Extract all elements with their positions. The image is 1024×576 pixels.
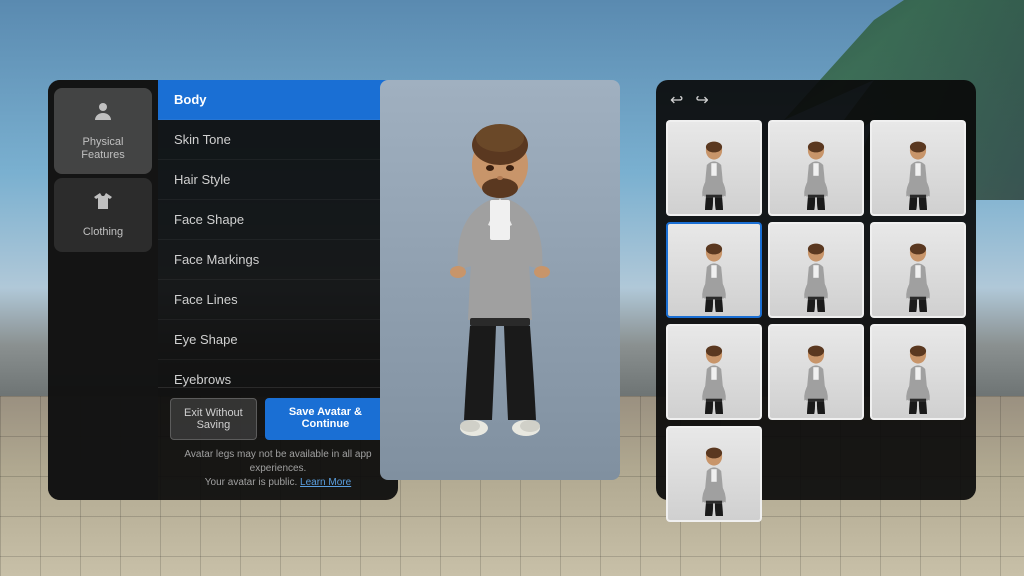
menu-item-face-lines[interactable]: Face Lines bbox=[158, 280, 398, 320]
menu-item-face-markings[interactable]: Face Markings bbox=[158, 240, 398, 280]
menu-item-skin-tone[interactable]: Skin Tone bbox=[158, 120, 398, 160]
avatar-svg bbox=[420, 110, 580, 450]
clothing-icon bbox=[91, 190, 115, 220]
menu-item-eye-shape[interactable]: Eye Shape bbox=[158, 320, 398, 360]
avatar-thumb-7[interactable] bbox=[768, 324, 864, 420]
undo-button[interactable]: ↩ bbox=[670, 90, 683, 110]
sidebar-item-clothing[interactable]: Clothing bbox=[54, 178, 152, 251]
save-button[interactable]: Save Avatar & Continue bbox=[265, 398, 386, 440]
sidebar-physical-label: Physical Features bbox=[62, 136, 144, 162]
menu-items-list: Body Skin Tone Hair Style Face Shape Fac… bbox=[158, 80, 398, 387]
right-panel: ↩ ↪ bbox=[656, 80, 976, 500]
menu-item-hair-style[interactable]: Hair Style bbox=[158, 160, 398, 200]
menu-item-eyebrows[interactable]: Eyebrows bbox=[158, 360, 398, 387]
avatar-thumb-3[interactable] bbox=[666, 222, 762, 318]
avatar-grid bbox=[666, 120, 966, 522]
avatar-container bbox=[410, 100, 590, 460]
exit-button[interactable]: Exit Without Saving bbox=[170, 398, 257, 440]
right-panel-toolbar: ↩ ↪ bbox=[666, 90, 966, 110]
avatar-preview-panel bbox=[380, 80, 620, 480]
avatar-thumb-0[interactable] bbox=[666, 120, 762, 216]
sidebar: Physical Features Clothing bbox=[48, 80, 158, 500]
left-panel: Physical Features Clothing Body Skin Ton… bbox=[48, 80, 398, 500]
avatar-thumb-8[interactable] bbox=[870, 324, 966, 420]
main-menu: Body Skin Tone Hair Style Face Shape Fac… bbox=[158, 80, 398, 500]
physical-features-icon bbox=[91, 100, 115, 130]
avatar-thumb-5[interactable] bbox=[870, 222, 966, 318]
button-row: Exit Without Saving Save Avatar & Contin… bbox=[170, 398, 386, 440]
sidebar-item-physical[interactable]: Physical Features bbox=[54, 88, 152, 174]
avatar-thumb-1[interactable] bbox=[768, 120, 864, 216]
avatar-thumb-6[interactable] bbox=[666, 324, 762, 420]
sidebar-clothing-label: Clothing bbox=[83, 226, 123, 239]
menu-item-body[interactable]: Body bbox=[158, 80, 398, 120]
redo-button[interactable]: ↪ bbox=[695, 90, 708, 110]
menu-item-face-shape[interactable]: Face Shape bbox=[158, 200, 398, 240]
notice-text: Avatar legs may not be available in all … bbox=[170, 448, 386, 490]
avatar-thumb-2[interactable] bbox=[870, 120, 966, 216]
bottom-section: Exit Without Saving Save Avatar & Contin… bbox=[158, 387, 398, 500]
learn-more-link[interactable]: Learn More bbox=[300, 477, 351, 488]
avatar-thumb-9[interactable] bbox=[666, 426, 762, 522]
avatar-thumb-4[interactable] bbox=[768, 222, 864, 318]
